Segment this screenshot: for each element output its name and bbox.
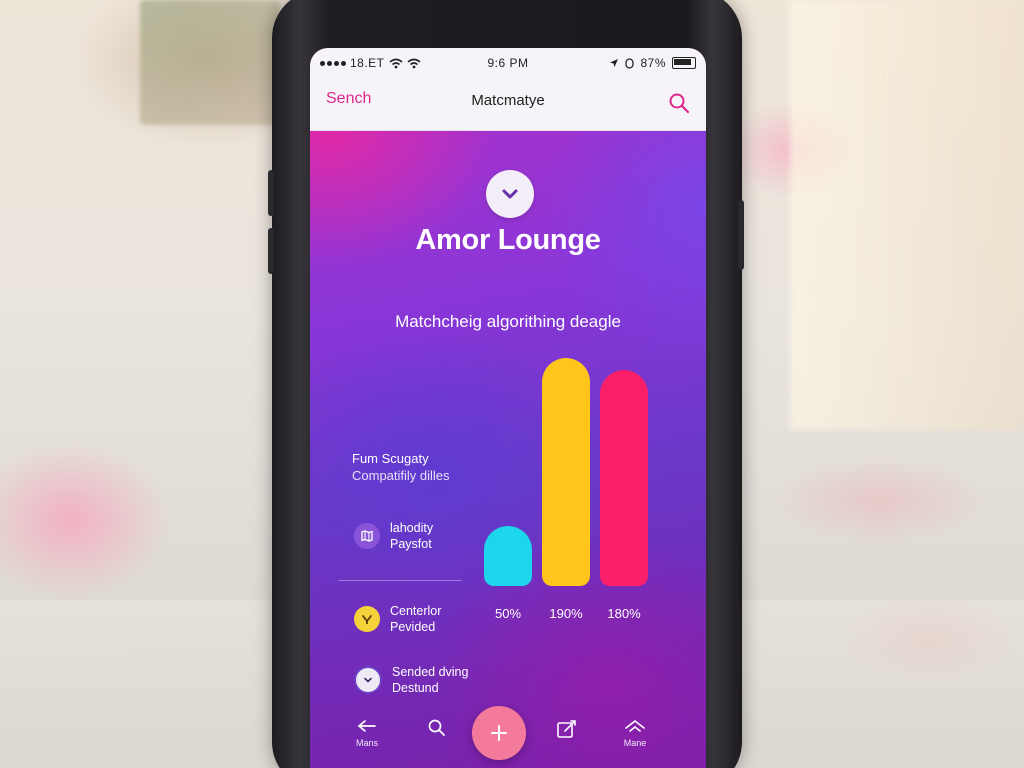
legend-item-0-line2: Paysfot [390, 537, 432, 551]
background-window [790, 0, 1024, 430]
nav-title: Matcmatye [471, 92, 545, 109]
add-button[interactable] [472, 706, 526, 760]
summary-subheading: Compatifily dilles [352, 468, 450, 483]
volume-down-button [268, 228, 274, 274]
chart-bar-label-1: 190% [549, 606, 583, 621]
chart-bar-1 [542, 358, 590, 586]
battery-percent: 87% [640, 56, 666, 70]
tab-home[interactable]: Mane [610, 718, 660, 748]
location-arrow-icon [610, 59, 619, 67]
legend-item-0-line1: lahodity [390, 521, 434, 535]
tab-bar: Mans Mane [310, 704, 706, 768]
legend-item-1[interactable]: Centerlor Pevided [354, 603, 441, 635]
battery-icon [672, 57, 696, 69]
back-arrow-icon [358, 720, 376, 732]
app-title: Amor Lounge [415, 224, 601, 256]
navigation-bar: Sench Matcmatye [310, 78, 706, 131]
home-icon [625, 720, 645, 732]
alarm-icon [625, 57, 635, 69]
map-icon [354, 523, 380, 549]
background-frame [140, 0, 280, 125]
plus-icon [491, 725, 507, 741]
chart-bar-label-0: 50% [494, 606, 522, 621]
search-icon [428, 719, 445, 736]
volume-up-button [268, 170, 274, 216]
search-icon[interactable] [668, 92, 690, 114]
chart-bar-0 [484, 526, 532, 586]
divider [338, 580, 462, 581]
tab-edit[interactable] [542, 718, 592, 740]
compatibility-summary: Fum Scugaty Compatifily dilles [352, 450, 450, 485]
section-title: Matchcheig algorithing deagle [395, 312, 621, 331]
chart-bar-2 [600, 370, 648, 586]
legend-item-1-line1: Centerlor [390, 604, 442, 618]
chevron-down-icon [502, 189, 518, 199]
tab-back-label: Mans [355, 738, 378, 748]
legend-item-2-line1: Sended dving [392, 665, 469, 679]
collapse-button[interactable] [486, 170, 534, 218]
side-button [738, 200, 744, 270]
legend-item-0[interactable]: lahodity Paysfot [354, 520, 433, 552]
legend-item-1-line2: Pevided [390, 620, 436, 634]
legend-item-2-line2: Destund [392, 681, 439, 695]
status-bar: 18.ET 9:6 PM 87% [310, 48, 706, 78]
tab-back[interactable]: Mans [342, 718, 392, 748]
edit-icon [557, 720, 576, 738]
chevron-down-icon [354, 666, 382, 694]
phone-screen: 18.ET 9:6 PM 87% Sench Matcmatye Amor Lo… [310, 48, 706, 768]
summary-heading: Fum Scugaty [352, 451, 429, 466]
chart-bar-label-2: 180% [607, 606, 641, 621]
location-pin-icon [354, 606, 380, 632]
tab-home-label: Mane [623, 738, 647, 748]
tab-search[interactable] [412, 718, 462, 738]
legend-item-2[interactable]: Sended dving Destund [354, 664, 468, 696]
